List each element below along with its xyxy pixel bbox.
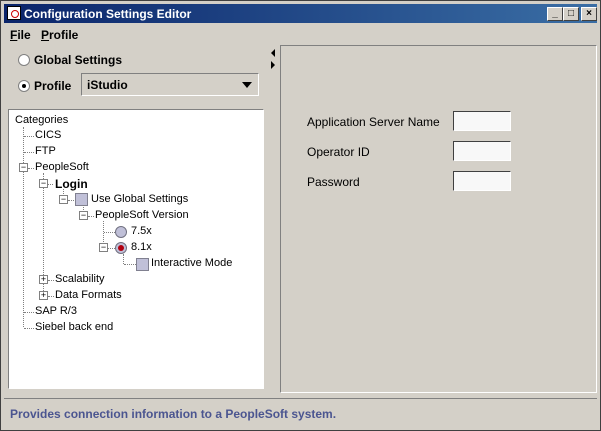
tree-connector xyxy=(24,312,34,313)
maximize-button[interactable]: □ xyxy=(563,7,579,21)
chevron-down-icon[interactable] xyxy=(242,82,252,88)
tree-connector xyxy=(24,136,34,137)
tree-connector xyxy=(24,152,34,153)
profile-select-value: iStudio xyxy=(87,78,128,92)
tree-connector xyxy=(123,254,124,264)
tree-connector xyxy=(24,328,34,329)
connection-form-pane: Application Server Name Operator ID Pass… xyxy=(280,45,597,393)
expand-icon[interactable]: + xyxy=(39,275,48,284)
tree-connector xyxy=(48,296,54,297)
pane-splitter[interactable] xyxy=(269,45,278,393)
application-window: Configuration Settings Editor _ □ × File… xyxy=(0,0,601,431)
tree-connector xyxy=(48,184,53,185)
password-field[interactable] xyxy=(453,171,511,191)
interactive-mode-checkbox[interactable] xyxy=(136,258,149,271)
menu-profile-mnemonic: P xyxy=(41,28,50,42)
menu-bar: File Profile xyxy=(4,25,597,44)
tree-connector xyxy=(48,280,54,281)
menu-profile[interactable]: Profile xyxy=(41,28,78,42)
version-8-1-radio[interactable] xyxy=(115,242,127,254)
tree-item-peoplesoft[interactable]: PeopleSoft xyxy=(35,161,89,173)
app-icon xyxy=(7,6,21,20)
tree-connector xyxy=(23,127,24,327)
global-settings-radio[interactable] xyxy=(18,54,30,66)
minimize-button[interactable]: _ xyxy=(547,7,563,21)
tree-connector xyxy=(104,232,115,233)
collapse-icon[interactable]: − xyxy=(79,211,88,220)
tree-item-cics[interactable]: CICS xyxy=(35,129,61,141)
tree-connector xyxy=(108,248,115,249)
profile-label[interactable]: Profile xyxy=(34,79,71,93)
tree-item-login[interactable]: Login xyxy=(55,177,88,191)
tree-item-peoplesoft-version[interactable]: PeopleSoft Version xyxy=(95,209,189,221)
version-7-5-radio[interactable] xyxy=(115,226,127,238)
app-server-name-field[interactable] xyxy=(453,111,511,131)
tree-connector xyxy=(68,200,74,201)
expand-icon[interactable]: + xyxy=(39,291,48,300)
left-pane: Global Settings Profile iStudio Categori… xyxy=(4,45,268,393)
operator-id-label: Operator ID xyxy=(307,145,370,159)
menu-file-label: ile xyxy=(17,28,31,42)
collapse-icon[interactable]: − xyxy=(19,163,28,172)
password-label: Password xyxy=(307,175,360,189)
tree-item-sap[interactable]: SAP R/3 xyxy=(35,305,77,317)
categories-tree[interactable]: Categories CICS FTP − PeopleSoft − Login… xyxy=(8,109,264,389)
collapse-icon[interactable]: − xyxy=(39,179,48,188)
profile-radio[interactable] xyxy=(18,80,30,92)
tree-connector xyxy=(124,264,136,265)
profile-select[interactable]: iStudio xyxy=(81,73,259,96)
collapse-left-arrow-icon[interactable] xyxy=(271,49,275,57)
window-title: Configuration Settings Editor xyxy=(24,7,192,21)
tree-item-data-formats[interactable]: Data Formats xyxy=(55,289,122,301)
status-message: Provides connection information to a Peo… xyxy=(10,407,337,421)
app-server-name-label: Application Server Name xyxy=(307,115,440,129)
collapse-icon[interactable]: − xyxy=(59,195,68,204)
tree-item-version-7-5[interactable]: 7.5x xyxy=(131,225,152,237)
menu-profile-label: rofile xyxy=(49,28,79,42)
tree-connector xyxy=(28,168,34,169)
collapse-icon[interactable]: − xyxy=(99,243,108,252)
use-global-settings-checkbox[interactable] xyxy=(75,193,88,206)
close-button[interactable]: × xyxy=(581,7,597,21)
status-bar: Provides connection information to a Peo… xyxy=(4,398,597,427)
menu-file[interactable]: File xyxy=(10,28,31,42)
tree-item-ftp[interactable]: FTP xyxy=(35,145,56,157)
tree-item-scalability[interactable]: Scalability xyxy=(55,273,105,285)
global-settings-label[interactable]: Global Settings xyxy=(34,53,122,67)
operator-id-field[interactable] xyxy=(453,141,511,161)
title-bar[interactable]: Configuration Settings Editor _ □ × xyxy=(4,4,597,23)
tree-item-use-global-settings[interactable]: Use Global Settings xyxy=(91,193,188,205)
tree-root[interactable]: Categories xyxy=(15,114,68,126)
tree-item-interactive-mode[interactable]: Interactive Mode xyxy=(151,257,232,269)
tree-item-siebel[interactable]: Siebel back end xyxy=(35,321,113,333)
collapse-right-arrow-icon[interactable] xyxy=(271,61,275,69)
tree-item-version-8-1[interactable]: 8.1x xyxy=(131,241,152,253)
tree-connector xyxy=(88,216,94,217)
